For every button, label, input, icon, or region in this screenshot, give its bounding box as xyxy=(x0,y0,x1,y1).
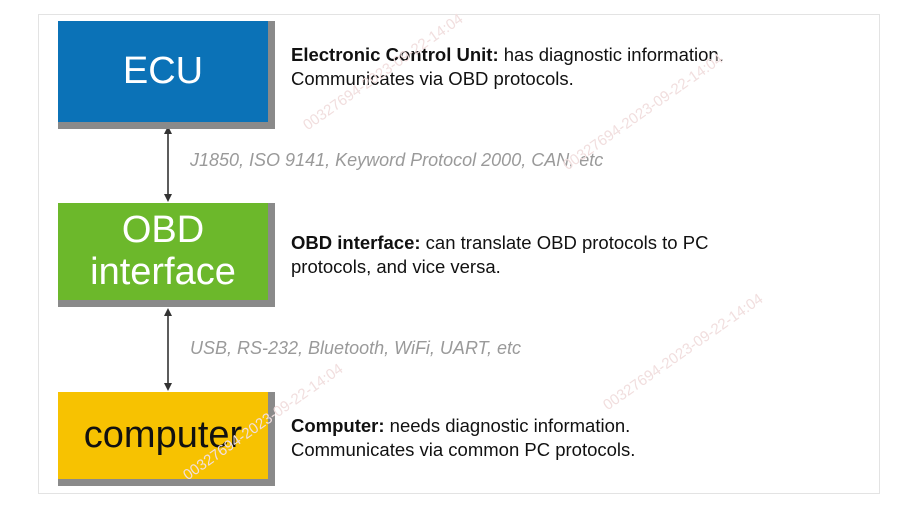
ecu-description-line2: Communicates via OBD protocols. xyxy=(291,67,574,89)
obd-description-title: OBD interface: xyxy=(291,232,421,253)
ecu-obd-protocols: J1850, ISO 9141, Keyword Protocol 2000, … xyxy=(190,150,604,170)
ecu-description-text: has diagnostic information. xyxy=(498,44,724,65)
ecu-description: Electronic Control Unit: has diagnostic … xyxy=(291,43,881,90)
obd-description-line2: protocols, and vice versa. xyxy=(291,255,501,277)
computer-description-text: needs diagnostic information. xyxy=(384,415,631,436)
computer-description-line2: Communicates via common PC protocols. xyxy=(291,438,636,460)
computer-description: Computer: needs diagnostic information. … xyxy=(291,414,881,461)
obd-interface-box: OBD interface xyxy=(58,203,275,307)
obd-label: OBD interface xyxy=(90,210,236,292)
obd-label-line1: OBD xyxy=(121,209,205,252)
obd-description-text: can translate OBD protocols to PC xyxy=(420,232,709,253)
ecu-box: ECU xyxy=(58,21,275,129)
obd-computer-protocols: USB, RS-232, Bluetooth, WiFi, UART, etc xyxy=(190,338,521,358)
ecu-label: ECU xyxy=(122,49,204,92)
computer-description-title: Computer: xyxy=(291,415,385,436)
computer-box: computer xyxy=(58,392,275,486)
obd-label-line2: interface xyxy=(90,250,236,293)
computer-label: computer xyxy=(83,413,243,456)
obd-description: OBD interface: can translate OBD protoco… xyxy=(291,231,881,278)
ecu-description-title: Electronic Control Unit: xyxy=(291,44,499,65)
